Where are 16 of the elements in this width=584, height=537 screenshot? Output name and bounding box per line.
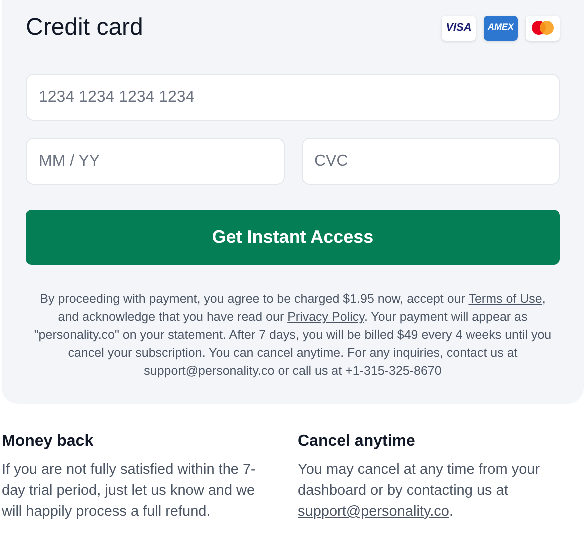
feature-text: You may cancel at any time from your dashboard or by contacting us at support@personality.co. [298,461,542,522]
text-link[interactable]: support@personality.co [298,504,450,520]
amex-logo: AMEX [484,16,518,40]
expiry-field[interactable]: MM / YY [26,138,284,185]
feature-title: Cancel anytime [298,432,416,452]
cvc-field[interactable]: CVC [302,138,560,185]
text-link[interactable]: Privacy Policy [288,310,364,324]
feature-title: Money back [2,432,95,452]
card-title: Credit card [26,13,144,43]
feature-text: If you are not fully satisfied within the 7-day trial period, just let us know and we will happily process a full refund. [2,461,257,522]
mastercard-logo [526,16,560,40]
submit-button[interactable]: Get Instant Access [26,210,560,265]
visa-logo: VISA [442,16,476,40]
card-number-field[interactable]: 1234 1234 1234 1234 [26,74,560,121]
text-link[interactable]: Terms of Use [468,292,542,306]
legal-text: By proceeding with payment, you agree to be charged $1.95 now, accept our Terms of Use, and acknowledge that you have read our Privacy Policy. Your payment will appear as "personality.co" on your statement. After 7 days, you will be billed $49 every 4 weeks until you cancel your subscription. You can cancel anytime. For any inquiries, contact us at support@personality.co or call us at +1-315-325-8670 [33,291,553,380]
